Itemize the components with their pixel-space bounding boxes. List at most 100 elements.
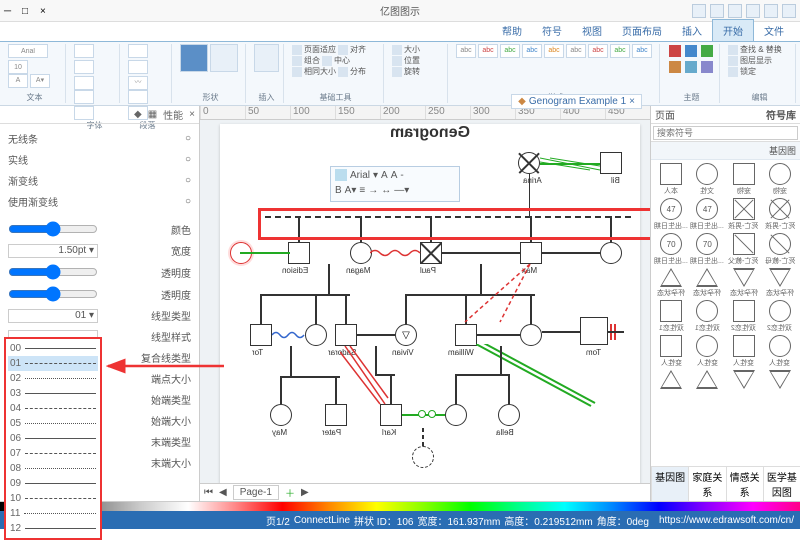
- node-max[interactable]: [520, 242, 542, 264]
- node-arina[interactable]: [518, 152, 540, 174]
- minimize-icon[interactable]: ─: [4, 6, 14, 16]
- prop-slider[interactable]: [8, 286, 98, 302]
- gen1-connector[interactable]: [265, 216, 635, 218]
- ribbon-tab-insert[interactable]: 插入: [672, 20, 712, 41]
- shape-category-tab[interactable]: 基因图: [651, 467, 688, 501]
- shape-item[interactable]: 70出生日期...: [690, 233, 724, 266]
- dash-style-dropdown[interactable]: 00010203040506070809101112: [4, 337, 102, 540]
- dash-option-06[interactable]: 06: [8, 431, 98, 446]
- prop-slider[interactable]: [8, 264, 98, 280]
- btn[interactable]: [128, 44, 148, 58]
- node-karl[interactable]: [380, 404, 402, 426]
- shape-item[interactable]: 死亡-教父: [727, 233, 761, 266]
- tool-item[interactable]: 对齐: [338, 44, 366, 55]
- dash-option-01[interactable]: 01: [8, 356, 98, 371]
- radio-icon[interactable]: ○: [185, 175, 191, 186]
- style-preset[interactable]: abc: [610, 44, 630, 58]
- shape-item[interactable]: [654, 370, 688, 390]
- shape-item[interactable]: 本人: [654, 163, 688, 196]
- qat-item[interactable]: [764, 4, 778, 18]
- window-controls[interactable]: ─ □ ×: [4, 6, 50, 16]
- dash-option-10[interactable]: 10: [8, 491, 98, 506]
- font-family-input[interactable]: [8, 44, 48, 58]
- dash-option-02[interactable]: 02: [8, 371, 98, 386]
- dash-option-04[interactable]: 04: [8, 401, 98, 416]
- tool-item[interactable]: 页面适应: [292, 44, 336, 55]
- shape-item[interactable]: 变性人: [763, 335, 797, 368]
- shape-item[interactable]: [690, 370, 724, 390]
- shape-item[interactable]: 47出生日期...: [690, 198, 724, 231]
- insert-button[interactable]: [254, 44, 279, 72]
- tool-item[interactable]: 位置: [392, 55, 420, 66]
- document-tab[interactable]: ◆Genogram Example 1×: [511, 94, 642, 109]
- fill-icon[interactable]: [335, 169, 347, 181]
- node-magan[interactable]: [350, 242, 372, 264]
- shape-item[interactable]: 47出生日期...: [654, 198, 688, 231]
- shape-item[interactable]: 怀孕状态: [690, 268, 724, 298]
- panel-tab-symbols[interactable]: 符号库: [766, 107, 796, 122]
- shape-item[interactable]: 变性人: [654, 335, 688, 368]
- qat-item[interactable]: [782, 4, 796, 18]
- shape-item[interactable]: 双性恋2: [727, 300, 761, 333]
- ribbon-tab-file[interactable]: 文件: [754, 20, 794, 41]
- node-pater[interactable]: [325, 404, 347, 426]
- shape-item[interactable]: 文性: [690, 163, 724, 196]
- theme-color-swatch[interactable]: [669, 61, 681, 73]
- canvas-viewport[interactable]: Genogram Arial▾AA- BA▾≡→↔—▾ Bil Arina: [200, 120, 650, 483]
- shape-item[interactable]: 70出生日期...: [654, 233, 688, 266]
- dash-option-03[interactable]: 03: [8, 386, 98, 401]
- panel-close-icon[interactable]: ×: [189, 109, 195, 120]
- btn[interactable]: [74, 76, 94, 90]
- ribbon-tab-layout[interactable]: 页面布局: [612, 20, 672, 41]
- theme-color-swatch[interactable]: [685, 45, 697, 57]
- node-vivian[interactable]: ▽: [395, 324, 417, 346]
- node-pregnancy[interactable]: [412, 446, 434, 468]
- qat-item[interactable]: [710, 4, 724, 18]
- prop-value[interactable]: 1.50pt ▾: [8, 244, 98, 258]
- shape-category-tab[interactable]: 家庭关系: [688, 467, 725, 501]
- btn[interactable]: [74, 90, 94, 104]
- node-bella[interactable]: [498, 404, 520, 426]
- dash-option-07[interactable]: 07: [8, 446, 98, 461]
- tool-item[interactable]: 组合: [292, 55, 320, 66]
- maximize-icon[interactable]: □: [22, 6, 32, 16]
- font-size-input[interactable]: [8, 60, 28, 74]
- shape-item[interactable]: 变性人: [727, 335, 761, 368]
- dash-option-09[interactable]: 09: [8, 476, 98, 491]
- shape-category-tab[interactable]: 医学基因图: [763, 467, 800, 501]
- btn[interactable]: [74, 60, 94, 74]
- qat-item[interactable]: [692, 4, 706, 18]
- style-preset[interactable]: abc: [588, 44, 608, 58]
- node-may[interactable]: [270, 404, 292, 426]
- pointer-tool-icon[interactable]: [180, 44, 208, 72]
- shape-item[interactable]: 双性恋1: [690, 300, 724, 333]
- style-preset[interactable]: abc: [456, 44, 476, 58]
- dash-option-05[interactable]: 05: [8, 416, 98, 431]
- nav-prev-icon[interactable]: ◀: [219, 487, 227, 498]
- qat-item[interactable]: [728, 4, 742, 18]
- lock-button[interactable]: 锁定: [728, 66, 791, 77]
- node-bella-sib[interactable]: [445, 404, 467, 426]
- shape-item[interactable]: 死亡-男孩: [763, 198, 797, 231]
- panel-tab[interactable]: ◆: [134, 109, 142, 120]
- tool-item[interactable]: 分布: [338, 66, 366, 77]
- ribbon-tab-home[interactable]: 开始: [712, 19, 754, 41]
- btn[interactable]: [128, 60, 148, 74]
- close-icon[interactable]: ×: [40, 6, 50, 16]
- style-preset[interactable]: abc: [522, 44, 542, 58]
- shape-item[interactable]: 变性人: [690, 335, 724, 368]
- shape-search-input[interactable]: [653, 126, 798, 140]
- node-bil[interactable]: [600, 152, 622, 174]
- text-tool-icon[interactable]: [210, 44, 238, 72]
- prop-value[interactable]: 01 ▾: [8, 309, 98, 323]
- shape-item[interactable]: 死亡-男孩: [727, 198, 761, 231]
- tool-item[interactable]: 中心: [322, 55, 350, 66]
- color-palette-strip[interactable]: [0, 501, 800, 511]
- page-tab[interactable]: Page-1: [233, 485, 279, 500]
- prop-slider[interactable]: [8, 221, 98, 237]
- radio-icon[interactable]: ○: [185, 196, 191, 207]
- shape-item[interactable]: 怀孕状态: [763, 268, 797, 298]
- tool-item[interactable]: 大小: [392, 44, 420, 55]
- qat-item[interactable]: [746, 4, 760, 18]
- nav-first-icon[interactable]: ⏮: [204, 487, 213, 498]
